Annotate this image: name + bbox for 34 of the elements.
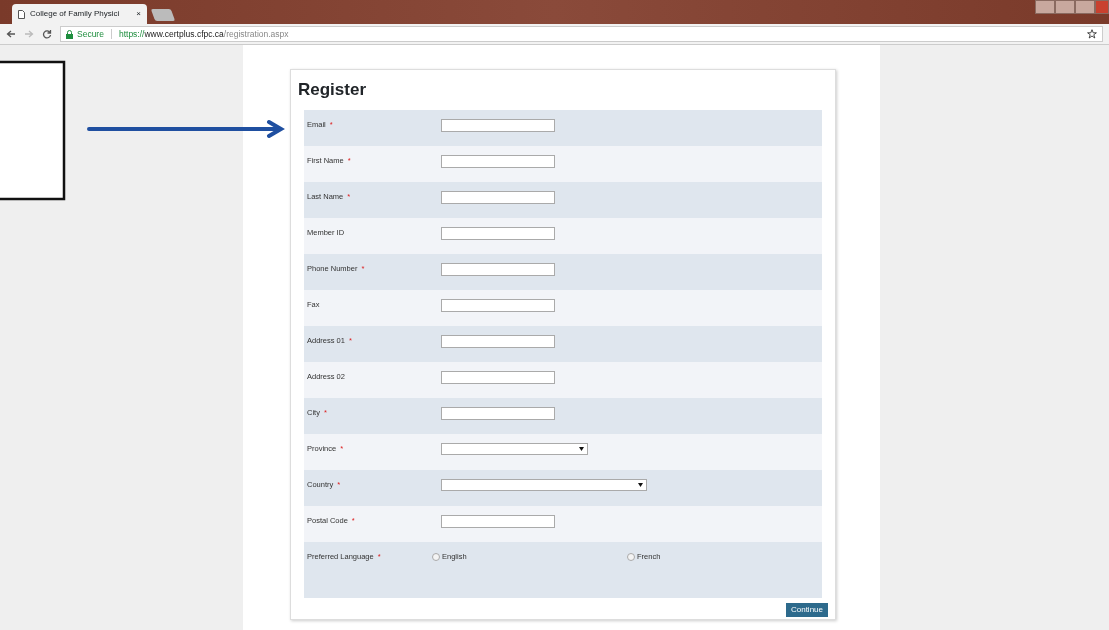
address-bar[interactable]: Secure https://www.certplus.cfpc.ca/registration.aspx (60, 26, 1103, 42)
back-icon[interactable] (6, 29, 16, 39)
input-field[interactable] (441, 407, 555, 420)
radio-button[interactable] (432, 552, 440, 561)
security-label: Secure (77, 27, 104, 41)
form-title: Register (298, 79, 368, 101)
user-button[interactable] (1035, 0, 1055, 14)
radio-button[interactable] (627, 552, 635, 561)
forward-icon[interactable] (24, 29, 34, 39)
tab-title: College of Family Physici (30, 8, 121, 20)
page-icon (18, 9, 25, 19)
star-icon[interactable] (1087, 29, 1097, 39)
reload-icon[interactable] (42, 29, 52, 39)
caret-icon (638, 483, 643, 487)
input-field[interactable] (441, 263, 555, 276)
input-field[interactable] (441, 227, 555, 240)
input-field[interactable] (441, 335, 555, 348)
restore-button[interactable] (1075, 0, 1095, 14)
caret-icon (579, 447, 584, 451)
dropdown[interactable] (441, 479, 647, 491)
input-field[interactable] (441, 299, 555, 312)
new-tab-button[interactable] (150, 9, 176, 21)
input-field[interactable] (441, 515, 555, 528)
input-field[interactable] (441, 155, 555, 168)
input-field[interactable] (441, 371, 555, 384)
url-text: https://www.certplus.cfpc.ca/registration.aspx (118, 27, 289, 41)
dropdown[interactable] (441, 443, 588, 455)
lock-icon (66, 29, 73, 39)
minimize-button[interactable] (1055, 0, 1075, 14)
input-field[interactable] (441, 191, 555, 204)
continue-button[interactable]: Continue (785, 603, 828, 617)
close-icon[interactable]: × (136, 8, 141, 20)
browser-tab[interactable]: College of Family Physici × (12, 4, 147, 24)
input-field[interactable] (441, 119, 555, 132)
